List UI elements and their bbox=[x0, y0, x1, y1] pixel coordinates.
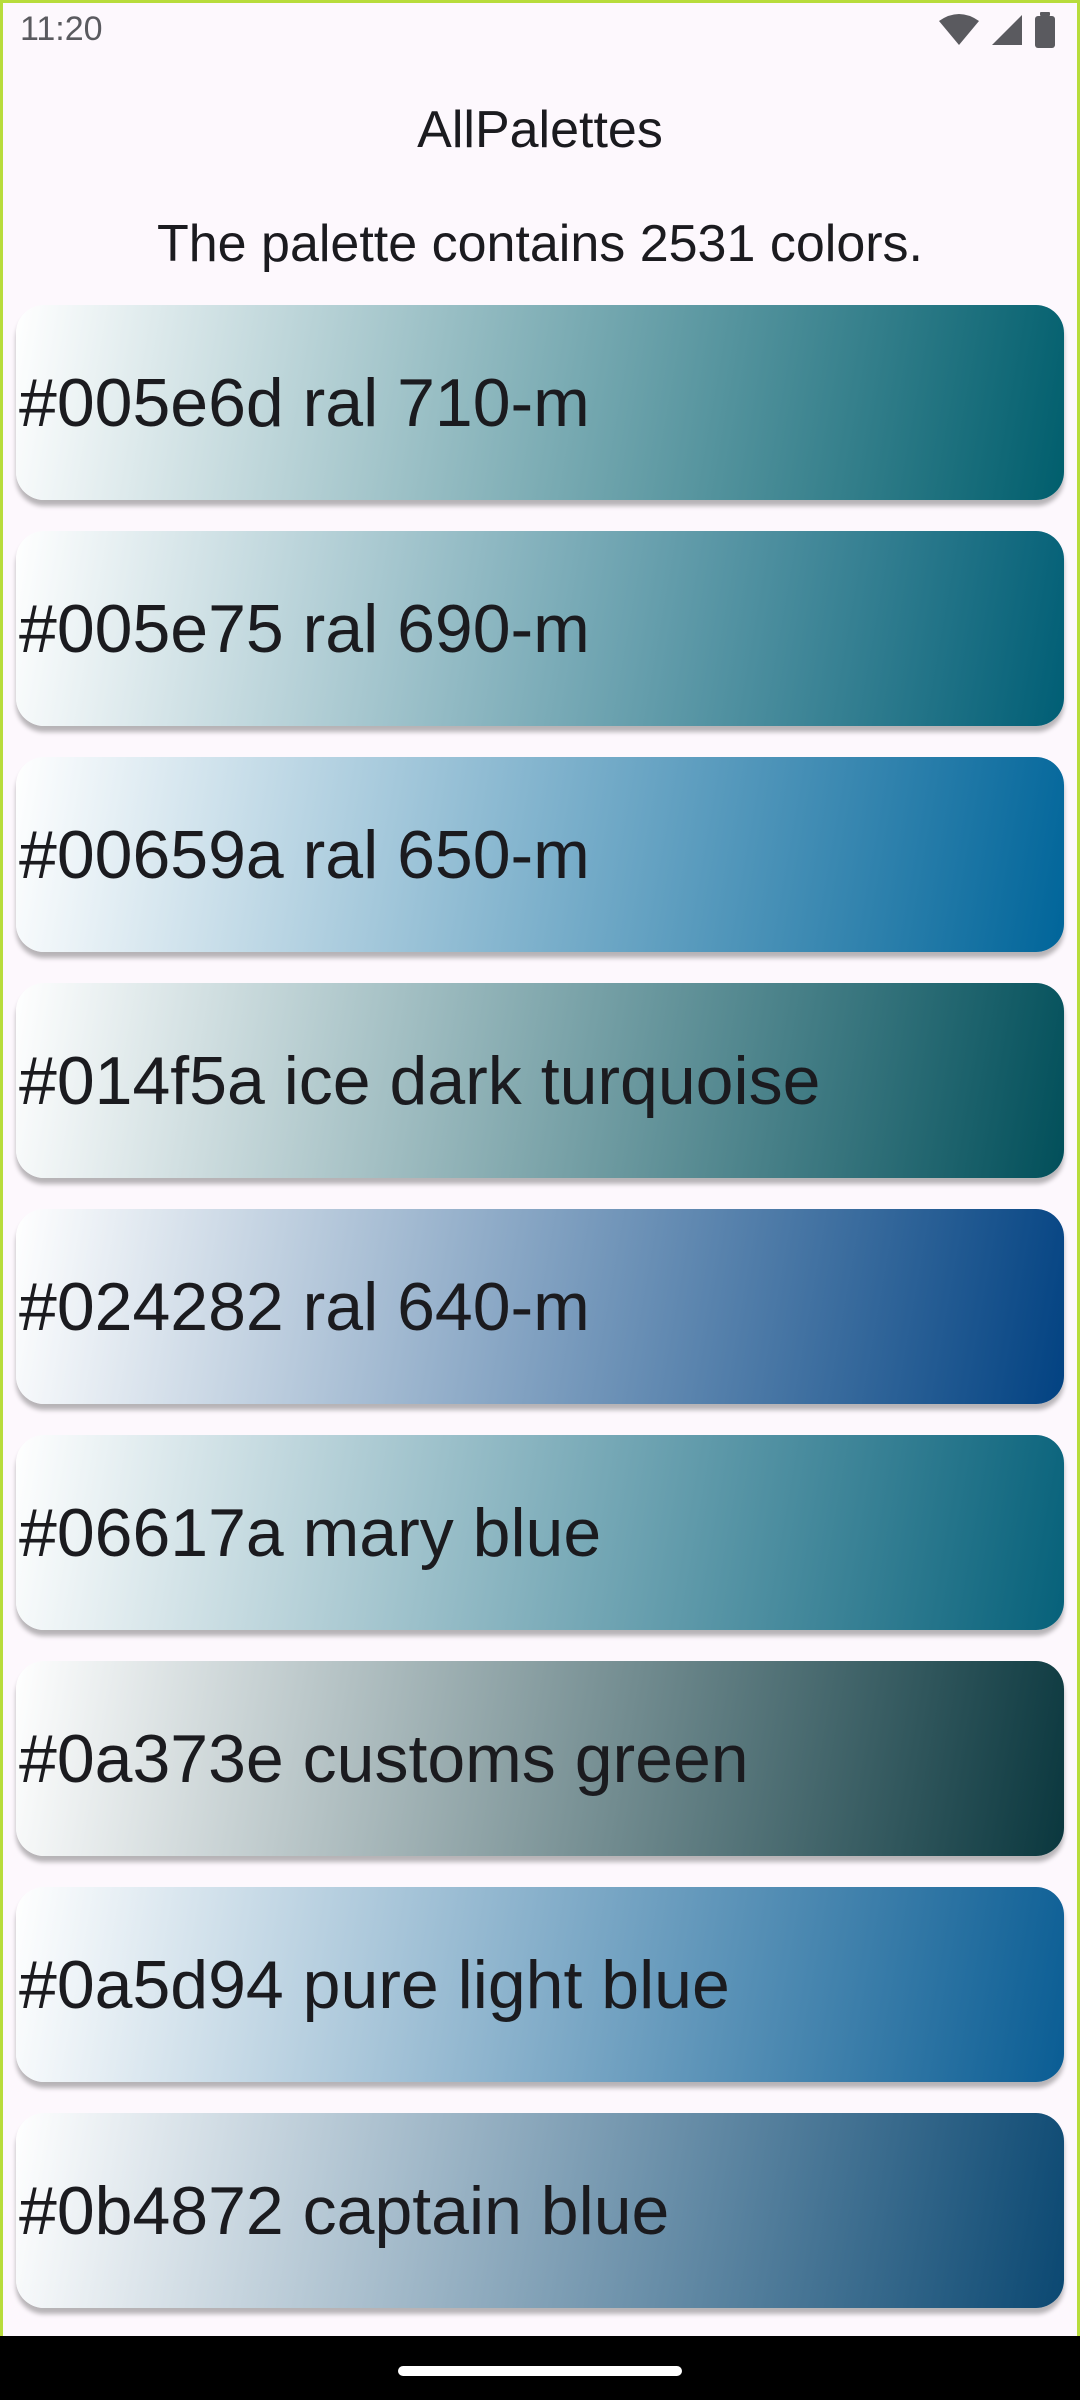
wifi-icon bbox=[938, 13, 980, 52]
status-icons bbox=[938, 12, 1056, 53]
color-card-label: #014f5a ice dark turquoise bbox=[19, 1042, 821, 1119]
navigation-bar bbox=[0, 2336, 1080, 2400]
battery-icon bbox=[1034, 12, 1056, 53]
color-card[interactable]: #0b4872 captain blue bbox=[16, 2113, 1064, 2308]
color-card[interactable]: #00659a ral 650-m bbox=[16, 757, 1064, 952]
status-time: 11:20 bbox=[20, 10, 103, 48]
color-card-label: #024282 ral 640-m bbox=[19, 1268, 590, 1345]
app-title: AllPalettes bbox=[417, 101, 663, 159]
color-card-label: #005e6d ral 710-m bbox=[19, 364, 590, 441]
color-card[interactable]: #06617a mary blue bbox=[16, 1435, 1064, 1630]
color-card-label: #06617a mary blue bbox=[19, 1494, 602, 1571]
color-card-label: #0b4872 captain blue bbox=[19, 2172, 670, 2249]
color-card[interactable]: #0a373e customs green bbox=[16, 1661, 1064, 1856]
home-gesture-handle[interactable] bbox=[398, 2366, 682, 2376]
color-card-label: #005e75 ral 690-m bbox=[19, 590, 590, 667]
color-card[interactable]: #014f5a ice dark turquoise bbox=[16, 983, 1064, 1178]
color-card-label: #00659a ral 650-m bbox=[19, 816, 590, 893]
color-card[interactable]: #005e75 ral 690-m bbox=[16, 531, 1064, 726]
palette-count-text: The palette contains 2531 colors. bbox=[156, 215, 924, 273]
color-card-label: #0a373e customs green bbox=[19, 1720, 749, 1797]
color-card-label: #0a5d94 pure light blue bbox=[19, 1946, 730, 2023]
status-bar: 11:20 bbox=[0, 0, 1080, 62]
cell-signal-icon bbox=[990, 13, 1024, 52]
color-card[interactable]: #0a5d94 pure light blue bbox=[16, 1887, 1064, 2082]
color-card[interactable]: #024282 ral 640-m bbox=[16, 1209, 1064, 1404]
color-card[interactable]: #005e6d ral 710-m bbox=[16, 305, 1064, 500]
color-list[interactable]: #005e6d ral 710-m #005e75 ral 690-m #006… bbox=[16, 305, 1064, 2339]
